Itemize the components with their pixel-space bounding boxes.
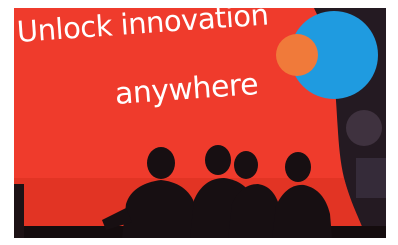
person-2-head: [205, 145, 231, 175]
side-screen: [356, 158, 386, 198]
person-4-head: [285, 152, 311, 182]
person-3-head: [234, 151, 258, 179]
left-foreground: [14, 184, 24, 238]
person-1-head: [147, 147, 175, 179]
stage-light: [346, 110, 382, 146]
photo-frame: Unlock innovation anywhere: [14, 8, 386, 238]
